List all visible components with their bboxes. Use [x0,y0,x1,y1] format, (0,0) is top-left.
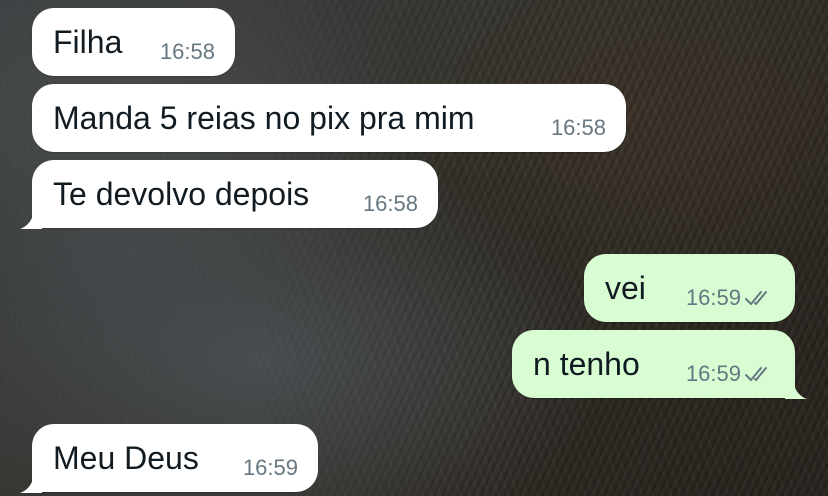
message-time: 16:59 [685,361,741,386]
message-time: 16:59 [242,455,298,480]
message-time: 16:58 [550,115,606,140]
message-meta: 16:59 [243,457,298,479]
message-time: 16:58 [159,39,215,64]
message-time: 16:59 [685,285,741,310]
message-meta: 16:59 [686,363,775,385]
message-bubble-outgoing[interactable]: n tenho 16:59 [512,330,807,399]
double-check-icon [745,291,767,305]
bubble-tail [785,379,807,399]
message-meta: 16:58 [363,193,418,215]
message-meta: 16:59 [686,287,775,309]
message-bubble-incoming[interactable]: Filha 16:58 [32,8,235,76]
message-text: Filha [53,24,123,60]
message-text: Meu Deus [53,440,199,476]
message-time: 16:58 [362,191,418,216]
message-text: vei [605,270,646,306]
message-bubble-incoming[interactable]: Meu Deus 16:59 [20,424,318,493]
message-bubble-incoming[interactable]: Te devolvo depois 16:58 [20,160,438,229]
double-check-icon [745,367,767,381]
message-bubble-outgoing[interactable]: vei 16:59 [584,254,795,322]
message-meta: 16:58 [551,117,606,139]
message-text: Manda 5 reias no pix pra mim [53,100,475,136]
bubble-tail [20,209,42,229]
bubble-tail [20,473,42,493]
message-meta: 16:58 [160,41,215,63]
message-text: n tenho [533,346,640,382]
message-text: Te devolvo depois [53,176,310,212]
message-bubble-incoming[interactable]: Manda 5 reias no pix pra mim 16:58 [32,84,626,152]
